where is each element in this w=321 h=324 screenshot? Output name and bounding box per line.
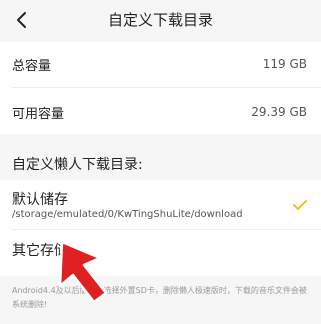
checkmark-icon [293,200,307,210]
section-title: 自定义懒人下载目录: [12,157,143,173]
storage-options-card: 默认储存 /storage/emulated/0/KwTingShuLite/d… [0,180,321,276]
available-capacity-value: 29.39 GB [251,105,307,119]
storage-info-card: 总容量 119 GB 可用容量 29.39 GB [0,42,321,134]
divider [12,87,321,88]
option-other-storage[interactable]: 其它存储 [0,230,321,274]
option-default-label: 默认储存 [12,192,68,208]
available-capacity-label: 可用容量 [12,106,65,122]
footnote-text: Android4.4及以后版本，选择外置SD卡，删除懒人极速版时，下载的音乐文件… [12,286,307,309]
option-default-storage[interactable]: 默认储存 /storage/emulated/0/KwTingShuLite/d… [0,180,321,228]
download-directory-screen: 自定义下载目录 总容量 119 GB 可用容量 29.39 GB 自定义懒人下载… [0,0,321,324]
total-capacity-label: 总容量 [12,58,52,74]
option-default-path: /storage/emulated/0/KwTingShuLite/downlo… [12,209,243,220]
total-capacity-value: 119 GB [262,57,307,71]
page-title: 自定义下载目录 [107,11,213,29]
total-capacity-row: 总容量 119 GB [0,42,321,86]
header-bar: 自定义下载目录 [0,0,321,40]
option-other-label: 其它存储 [12,243,68,259]
available-capacity-row: 可用容量 29.39 GB [0,90,321,134]
